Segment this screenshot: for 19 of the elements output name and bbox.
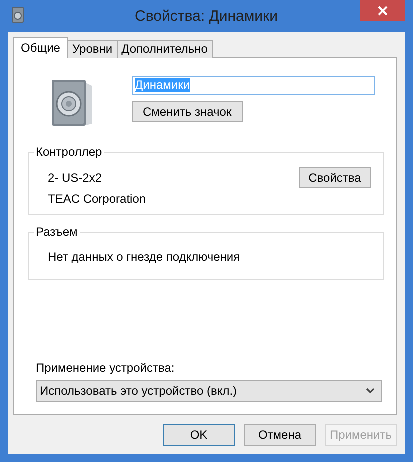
change-icon-button[interactable]: Сменить значок <box>132 101 243 122</box>
speaker-icon <box>12 7 24 23</box>
dialog-button[interactable]: Отмена <box>244 424 316 446</box>
chevron-down-icon <box>366 388 375 394</box>
close-icon <box>378 6 388 16</box>
dialog-button[interactable]: OK <box>163 424 235 446</box>
controller-name: 2- US-2x2 <box>48 170 102 184</box>
group-legend: Разъем <box>34 225 80 239</box>
window-title: Свойства: Динамики <box>135 8 278 24</box>
jack-info: Нет данных о гнезде подключения <box>48 250 242 264</box>
tab[interactable]: Общие <box>13 37 68 58</box>
group-legend: Контроллер <box>34 145 104 159</box>
tab[interactable]: Уровни <box>67 40 118 58</box>
usage-dropdown[interactable]: Использовать это устройство (вкл.) <box>36 380 382 402</box>
tab[interactable]: Дополнительно <box>116 40 213 58</box>
controller-vendor: TEAC Corporation <box>48 192 148 206</box>
properties-button[interactable]: Свойства <box>299 167 371 188</box>
close-button[interactable] <box>360 0 405 21</box>
usage-label: Применение устройства: <box>36 361 176 375</box>
